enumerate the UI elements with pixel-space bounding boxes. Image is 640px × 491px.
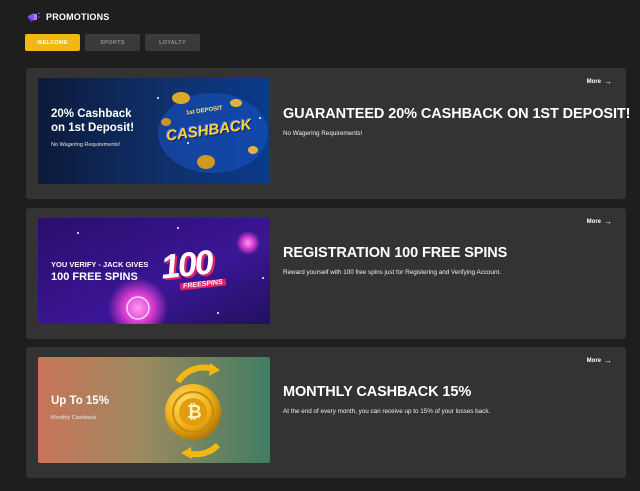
- arrow-right-icon: →: [604, 356, 612, 365]
- banner-headline: YOU VERIFY - JACK GIVES: [51, 260, 149, 269]
- promo-card-monthly-cashback: ₿ Up To 15% Monthly Cashback More → MONT…: [26, 347, 626, 478]
- promo-title: REGISTRATION 100 FREE SPINS: [283, 245, 508, 261]
- promo-title: MONTHLY CASHBACK 15%: [283, 384, 472, 400]
- arrow-right-icon: →: [604, 217, 612, 226]
- tab-welcome[interactable]: WELCOME: [25, 34, 80, 51]
- more-link[interactable]: More →: [587, 78, 612, 86]
- promo-banner[interactable]: 100 FREESPINS YOU VERIFY - JACK GIVES 10…: [38, 218, 270, 324]
- page-title: PROMOTIONS: [46, 12, 110, 22]
- banner-headline-2: 100 FREE SPINS: [51, 271, 138, 283]
- arrow-right-icon: →: [604, 77, 612, 86]
- promo-card-free-spins: 100 FREESPINS YOU VERIFY - JACK GIVES 10…: [26, 208, 626, 339]
- promo-tabs: WELCOME SPORTS LOYALTY: [25, 34, 200, 51]
- banner-subtext: Monthly Cashback: [51, 415, 97, 421]
- promo-description: Reward yourself with 100 free spins just…: [283, 269, 502, 276]
- promo-card-cashback-deposit: 1st DEPOSIT CASHBACK 20% Cashback on 1st…: [26, 68, 630, 199]
- banner-headline: Up To 15%: [51, 395, 109, 407]
- bitcoin-icon: ₿: [187, 402, 202, 422]
- promo-banner[interactable]: ₿ Up To 15% Monthly Cashback: [38, 357, 270, 463]
- tab-sports[interactable]: SPORTS: [85, 34, 140, 51]
- banner-headline: 20% Cashback: [51, 108, 132, 120]
- megaphone-icon: [26, 10, 40, 24]
- promo-description: At the end of every month, you can recei…: [283, 408, 491, 415]
- banner-subtext: No Wagering Requirements!: [51, 142, 121, 148]
- more-label: More: [586, 79, 601, 85]
- tab-loyalty[interactable]: LOYALTY: [145, 34, 200, 51]
- more-link[interactable]: More →: [587, 357, 612, 365]
- more-label: More: [586, 219, 601, 225]
- page-header: PROMOTIONS: [26, 9, 110, 25]
- promo-banner[interactable]: 1st DEPOSIT CASHBACK 20% Cashback on 1st…: [38, 78, 270, 184]
- promo-description: No Wagering Requirements!: [283, 130, 363, 137]
- more-label: More: [586, 358, 601, 364]
- promo-title: GUARANTEED 20% CASHBACK ON 1ST DEPOSIT!: [283, 106, 631, 122]
- more-link[interactable]: More →: [587, 218, 612, 226]
- banner-headline-2: on 1st Deposit!: [51, 122, 135, 134]
